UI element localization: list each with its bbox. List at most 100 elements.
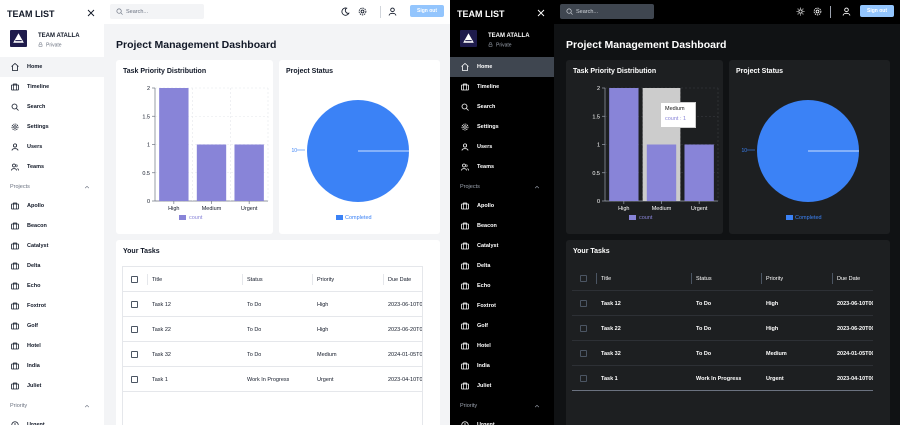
sidebar-project-juliet[interactable]: Juliet bbox=[0, 376, 104, 396]
table-cell-due-date: 2023-04-10T00: bbox=[388, 376, 423, 383]
row-checkbox[interactable] bbox=[131, 326, 138, 333]
sidebar-project-foxtrot[interactable]: Foxtrot bbox=[0, 296, 104, 316]
bar-medium[interactable] bbox=[646, 144, 677, 202]
user-profile-button[interactable] bbox=[388, 7, 398, 17]
sidebar-item-users[interactable]: Users bbox=[0, 137, 104, 157]
sidebar-item-home[interactable]: Home bbox=[450, 57, 554, 77]
sidebar-item-settings[interactable]: Settings bbox=[0, 117, 104, 137]
sidebar-priority-urgent[interactable]: Urgent bbox=[0, 415, 104, 425]
sidebar-project-india[interactable]: India bbox=[450, 356, 554, 376]
table-row[interactable]: Task 12 To Do High 2023-06-10T00: bbox=[123, 292, 422, 317]
table-row[interactable]: Task 12 To Do High 2023-06-10T00: bbox=[572, 291, 873, 316]
sidebar-item-label: India bbox=[477, 363, 490, 369]
team-switcher[interactable]: TEAM ATALLA Private bbox=[10, 30, 100, 50]
row-checkbox[interactable] bbox=[131, 351, 138, 358]
x-tick-label: High bbox=[168, 206, 179, 212]
sidebar-item-teams[interactable]: Teams bbox=[450, 157, 554, 177]
row-checkbox[interactable] bbox=[580, 325, 587, 332]
sidebar-project-beacon[interactable]: Beacon bbox=[450, 216, 554, 236]
sidebar-priority-urgent[interactable]: Urgent bbox=[450, 415, 554, 425]
sidebar-item-teams[interactable]: Teams bbox=[0, 157, 104, 177]
sign-out-button[interactable]: Sign out bbox=[410, 5, 444, 17]
row-checkbox[interactable] bbox=[580, 350, 587, 357]
top-bar: Search... Sign out bbox=[554, 0, 900, 24]
bar-medium[interactable] bbox=[196, 144, 227, 202]
theme-toggle-button[interactable] bbox=[796, 7, 806, 17]
select-all-checkbox[interactable] bbox=[131, 276, 138, 283]
sidebar-project-echo[interactable]: Echo bbox=[450, 276, 554, 296]
sidebar-item-search[interactable]: Search bbox=[0, 97, 104, 117]
sidebar-item-label: Settings bbox=[27, 124, 49, 130]
tasks-card-title: Your Tasks bbox=[123, 248, 160, 255]
search-input[interactable]: Search... bbox=[560, 4, 654, 19]
table-cell-status: To Do bbox=[696, 300, 712, 307]
sidebar-item-label: Foxtrot bbox=[27, 303, 46, 309]
y-tick-label: 0 bbox=[147, 199, 150, 205]
y-tick-label: 0.5 bbox=[142, 171, 150, 177]
close-sidebar-button[interactable] bbox=[537, 8, 547, 18]
column-header-priority[interactable]: Priority bbox=[766, 266, 783, 291]
sidebar-project-catalyst[interactable]: Catalyst bbox=[450, 236, 554, 256]
sidebar-project-beacon[interactable]: Beacon bbox=[0, 216, 104, 236]
priority-section-label: Priority bbox=[10, 402, 28, 409]
gear-icon bbox=[461, 123, 469, 131]
sidebar-item-search[interactable]: Search bbox=[450, 97, 554, 117]
select-all-checkbox[interactable] bbox=[580, 275, 587, 282]
sidebar-item-home[interactable]: Home bbox=[0, 57, 104, 77]
column-header-priority[interactable]: Priority bbox=[317, 267, 334, 292]
sidebar-project-foxtrot[interactable]: Foxtrot bbox=[450, 296, 554, 316]
bar-high[interactable] bbox=[609, 88, 639, 201]
table-row[interactable]: Task 32 To Do Medium 2024-01-05T00: bbox=[123, 342, 422, 367]
theme-toggle-button[interactable] bbox=[341, 7, 351, 17]
sidebar-project-catalyst[interactable]: Catalyst bbox=[0, 236, 104, 256]
sidebar-project-golf[interactable]: Golf bbox=[450, 316, 554, 336]
row-checkbox[interactable] bbox=[131, 376, 138, 383]
column-header-status[interactable]: Status bbox=[247, 267, 263, 292]
sidebar-project-delta[interactable]: Delta bbox=[0, 256, 104, 276]
priority-bar-chart: 0 0.5 1 1.5 2 High Medium Urgent count bbox=[142, 86, 269, 221]
column-header-title[interactable]: Title bbox=[152, 267, 162, 292]
column-header-due-date[interactable]: Due Date bbox=[837, 266, 860, 291]
close-sidebar-button[interactable] bbox=[87, 8, 97, 18]
sidebar-project-apollo[interactable]: Apollo bbox=[0, 196, 104, 216]
sidebar-item-users[interactable]: Users bbox=[450, 137, 554, 157]
sidebar-item-timeline[interactable]: Timeline bbox=[450, 77, 554, 97]
priority-section-toggle[interactable]: Priority bbox=[0, 396, 104, 415]
gear-icon bbox=[358, 7, 367, 16]
bar-urgent[interactable] bbox=[684, 144, 714, 202]
bar-high[interactable] bbox=[159, 88, 189, 201]
sidebar-project-india[interactable]: India bbox=[0, 356, 104, 376]
row-checkbox[interactable] bbox=[580, 375, 587, 382]
sidebar-item-label: Beacon bbox=[477, 223, 497, 229]
sidebar-project-echo[interactable]: Echo bbox=[0, 276, 104, 296]
sidebar-project-hotel[interactable]: Hotel bbox=[0, 336, 104, 356]
table-row[interactable]: Task 22 To Do High 2023-06-20T00: bbox=[123, 317, 422, 342]
table-row[interactable]: Task 32 To Do Medium 2024-01-05T00: bbox=[572, 341, 873, 366]
table-cell-due-date: 2023-04-10T00: bbox=[837, 375, 873, 382]
row-checkbox[interactable] bbox=[131, 301, 138, 308]
user-profile-button[interactable] bbox=[842, 7, 852, 17]
sidebar-project-golf[interactable]: Golf bbox=[0, 316, 104, 336]
settings-button[interactable] bbox=[813, 7, 823, 17]
column-header-status[interactable]: Status bbox=[696, 266, 712, 291]
row-checkbox[interactable] bbox=[580, 300, 587, 307]
table-row[interactable]: Task 1 Work In Progress Urgent 2023-04-10T0… bbox=[572, 366, 873, 391]
sidebar-project-apollo[interactable]: Apollo bbox=[450, 196, 554, 216]
search-input[interactable]: Search... bbox=[110, 4, 204, 19]
column-header-title[interactable]: Title bbox=[601, 266, 611, 291]
sidebar-project-hotel[interactable]: Hotel bbox=[450, 336, 554, 356]
bar-urgent[interactable] bbox=[234, 144, 264, 202]
sidebar-item-settings[interactable]: Settings bbox=[450, 117, 554, 137]
table-row[interactable]: Task 1 Work In Progress Urgent 2023-04-10T0… bbox=[123, 367, 423, 392]
sidebar-project-delta[interactable]: Delta bbox=[450, 256, 554, 276]
table-row[interactable]: Task 22 To Do High 2023-06-20T00: bbox=[572, 316, 873, 341]
settings-button[interactable] bbox=[358, 7, 368, 17]
projects-section-toggle[interactable]: Projects bbox=[450, 177, 554, 196]
sign-out-button[interactable]: Sign out bbox=[860, 5, 894, 17]
priority-section-toggle[interactable]: Priority bbox=[450, 396, 554, 415]
column-header-due-date[interactable]: Due Date bbox=[388, 267, 411, 292]
team-switcher[interactable]: TEAM ATALLA Private bbox=[460, 30, 550, 50]
sidebar-project-juliet[interactable]: Juliet bbox=[450, 376, 554, 396]
projects-section-toggle[interactable]: Projects bbox=[0, 177, 104, 196]
sidebar-item-timeline[interactable]: Timeline bbox=[0, 77, 104, 97]
